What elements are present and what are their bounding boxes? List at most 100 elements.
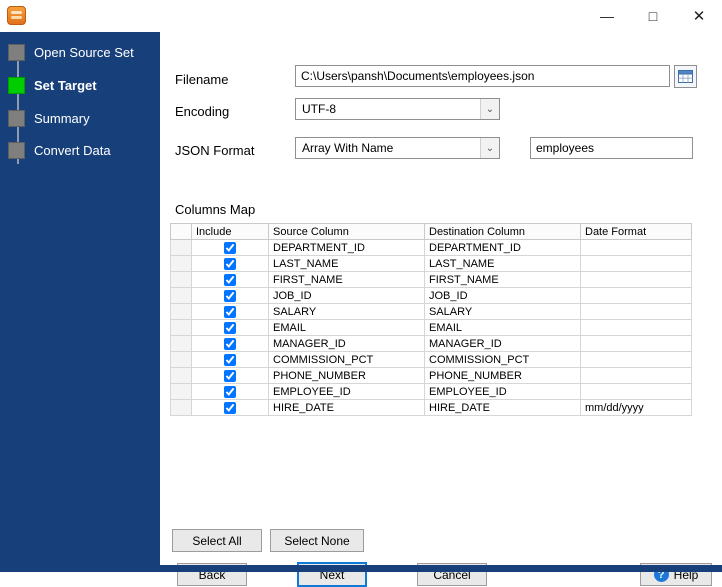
source-column-cell: DEPARTMENT_ID xyxy=(268,239,425,256)
date-format-cell xyxy=(580,255,692,272)
table-row: LAST_NAME LAST_NAME xyxy=(170,255,692,272)
column-header[interactable]: Destination Column xyxy=(424,223,581,240)
titlebar: — □ ✕ xyxy=(0,0,722,32)
column-header[interactable]: Source Column xyxy=(268,223,425,240)
json-format-select[interactable]: Array With Name ⌄ xyxy=(295,137,500,159)
source-column-cell: SALARY xyxy=(268,303,425,320)
date-format-cell xyxy=(580,335,692,352)
sidebar-step-convert-data[interactable]: Convert Data xyxy=(8,142,111,159)
include-checkbox[interactable] xyxy=(224,290,236,302)
date-format-cell xyxy=(580,239,692,256)
date-format-cell xyxy=(580,319,692,336)
row-selector-cell[interactable] xyxy=(170,255,192,272)
json-format-label: JSON Format xyxy=(175,143,255,158)
source-column-cell: COMMISSION_PCT xyxy=(268,351,425,368)
row-selector-cell[interactable] xyxy=(170,351,192,368)
sidebar-step-set-target[interactable]: Set Target xyxy=(8,77,97,94)
maximize-button[interactable]: □ xyxy=(630,0,676,32)
close-button[interactable]: ✕ xyxy=(676,0,722,32)
include-checkbox[interactable] xyxy=(224,354,236,366)
source-column-cell: LAST_NAME xyxy=(268,255,425,272)
include-cell xyxy=(191,319,269,336)
destination-column-cell: DEPARTMENT_ID xyxy=(424,239,581,256)
source-column-cell: HIRE_DATE xyxy=(268,399,425,416)
row-selector-cell[interactable] xyxy=(170,367,192,384)
step-square-icon-active xyxy=(8,77,25,94)
wizard-steps-sidebar: Open Source Set Set Target Summary Conve… xyxy=(0,32,160,572)
encoding-select[interactable]: UTF-8 ⌄ xyxy=(295,98,500,120)
step-label: Summary xyxy=(34,111,90,126)
date-format-cell xyxy=(580,287,692,304)
include-cell xyxy=(191,335,269,352)
table-row: MANAGER_ID MANAGER_ID xyxy=(170,335,692,352)
destination-column-cell: HIRE_DATE xyxy=(424,399,581,416)
date-format-cell: mm/dd/yyyy xyxy=(580,399,692,416)
row-selector-cell[interactable] xyxy=(170,239,192,256)
select-all-button[interactable]: Select All xyxy=(172,529,262,552)
include-checkbox[interactable] xyxy=(224,242,236,254)
source-column-cell: JOB_ID xyxy=(268,287,425,304)
source-column-cell: EMPLOYEE_ID xyxy=(268,383,425,400)
filename-input[interactable]: C:\Users\pansh\Documents\employees.json xyxy=(295,65,670,87)
sidebar-step-open-source-set[interactable]: Open Source Set xyxy=(8,44,134,61)
wizard-window: — □ ✕ Open Source Set Set Target Summary… xyxy=(0,0,722,587)
source-column-cell: PHONE_NUMBER xyxy=(268,367,425,384)
table-row: DEPARTMENT_ID DEPARTMENT_ID xyxy=(170,239,692,256)
window-bottom-edge xyxy=(0,565,722,572)
include-cell xyxy=(191,303,269,320)
caption-buttons: — □ ✕ xyxy=(584,0,722,32)
include-cell xyxy=(191,255,269,272)
chevron-down-icon: ⌄ xyxy=(480,99,499,119)
source-column-cell: MANAGER_ID xyxy=(268,335,425,352)
grid-file-icon xyxy=(678,70,693,83)
array-name-input[interactable]: employees xyxy=(530,137,693,159)
destination-column-cell: MANAGER_ID xyxy=(424,335,581,352)
include-checkbox[interactable] xyxy=(224,306,236,318)
browse-button[interactable] xyxy=(674,65,697,88)
destination-column-cell: EMAIL xyxy=(424,319,581,336)
table-row: FIRST_NAME FIRST_NAME xyxy=(170,271,692,288)
select-none-button[interactable]: Select None xyxy=(270,529,364,552)
columns-map-title: Columns Map xyxy=(175,202,256,217)
columns-map-grid: Include Source Column Destination Column Da… xyxy=(170,223,692,523)
json-format-selected-value: Array With Name xyxy=(302,141,394,155)
table-row: COMMISSION_PCT COMMISSION_PCT xyxy=(170,351,692,368)
include-checkbox[interactable] xyxy=(224,338,236,350)
table-row: EMAIL EMAIL xyxy=(170,319,692,336)
destination-column-cell: JOB_ID xyxy=(424,287,581,304)
main-content: Filename C:\Users\pansh\Documents\employ… xyxy=(160,32,722,587)
row-selector-cell[interactable] xyxy=(170,383,192,400)
column-header[interactable]: Include xyxy=(191,223,269,240)
row-selector-cell[interactable] xyxy=(170,335,192,352)
filename-label: Filename xyxy=(175,72,229,87)
destination-column-cell: COMMISSION_PCT xyxy=(424,351,581,368)
destination-column-cell: LAST_NAME xyxy=(424,255,581,272)
destination-column-cell: PHONE_NUMBER xyxy=(424,367,581,384)
destination-column-cell: EMPLOYEE_ID xyxy=(424,383,581,400)
include-checkbox[interactable] xyxy=(224,274,236,286)
row-selector-cell[interactable] xyxy=(170,287,192,304)
include-checkbox[interactable] xyxy=(224,370,236,382)
sidebar-step-summary[interactable]: Summary xyxy=(8,110,90,127)
include-checkbox[interactable] xyxy=(224,258,236,270)
include-checkbox[interactable] xyxy=(224,402,236,414)
table-row: PHONE_NUMBER PHONE_NUMBER xyxy=(170,367,692,384)
row-selector-cell[interactable] xyxy=(170,399,192,416)
include-checkbox[interactable] xyxy=(224,386,236,398)
step-square-icon xyxy=(8,44,25,61)
column-header[interactable] xyxy=(170,223,192,240)
row-selector-cell[interactable] xyxy=(170,271,192,288)
row-selector-cell[interactable] xyxy=(170,303,192,320)
table-row: JOB_ID JOB_ID xyxy=(170,287,692,304)
table-row: EMPLOYEE_ID EMPLOYEE_ID xyxy=(170,383,692,400)
columns-map-body: DEPARTMENT_ID DEPARTMENT_ID LAST_NAME LAST_… xyxy=(170,239,692,416)
column-header[interactable]: Date Format xyxy=(580,223,692,240)
step-square-icon xyxy=(8,142,25,159)
minimize-button[interactable]: — xyxy=(584,0,630,32)
include-checkbox[interactable] xyxy=(224,322,236,334)
table-row: SALARY SALARY xyxy=(170,303,692,320)
date-format-cell xyxy=(580,303,692,320)
row-selector-cell[interactable] xyxy=(170,319,192,336)
chevron-down-icon: ⌄ xyxy=(480,138,499,158)
encoding-selected-value: UTF-8 xyxy=(302,102,336,116)
